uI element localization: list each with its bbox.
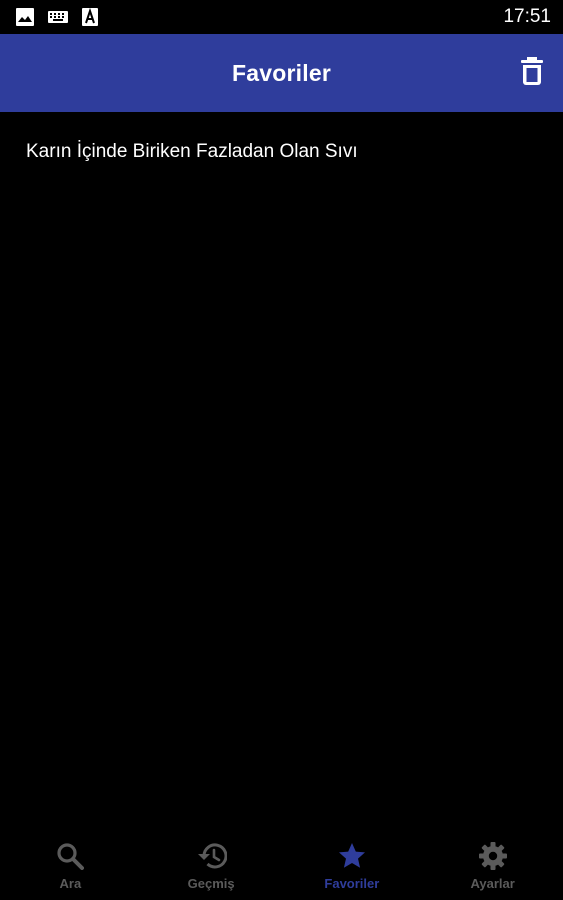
nav-item-history[interactable]: Geçmiş (141, 830, 282, 900)
favorite-item-label: Karın İçinde Biriken Fazladan Olan Sıvı (26, 141, 358, 162)
status-time: 17:51 (503, 6, 551, 27)
page-title: Favoriler (232, 59, 331, 86)
gear-icon (477, 840, 509, 872)
nav-label-favorites: Favoriler (324, 876, 380, 891)
search-icon (54, 840, 86, 872)
favorites-list: Karın İçinde Biriken Fazladan Olan Sıvı (0, 112, 563, 192)
trash-icon (520, 56, 544, 90)
history-icon (195, 840, 228, 872)
star-icon (336, 840, 368, 872)
nav-item-settings[interactable]: Ayarlar (422, 830, 563, 900)
delete-all-button[interactable] (515, 56, 549, 90)
nav-label-search: Ara (59, 876, 82, 891)
keyboard-icon (48, 11, 68, 23)
status-icons (16, 8, 98, 26)
app-bar: Favoriler (0, 34, 563, 112)
list-item[interactable]: Karın İçinde Biriken Fazladan Olan Sıvı (0, 112, 563, 192)
status-bar: 17:51 (0, 0, 563, 34)
nav-item-search[interactable]: Ara (0, 830, 141, 900)
nav-label-settings: Ayarlar (470, 876, 515, 891)
bottom-nav: Ara Geçmiş Favoriler Ayarlar (0, 830, 563, 900)
image-icon (16, 8, 34, 26)
a-icon (82, 8, 98, 26)
nav-item-favorites[interactable]: Favoriler (282, 830, 423, 900)
nav-label-history: Geçmiş (187, 876, 235, 891)
